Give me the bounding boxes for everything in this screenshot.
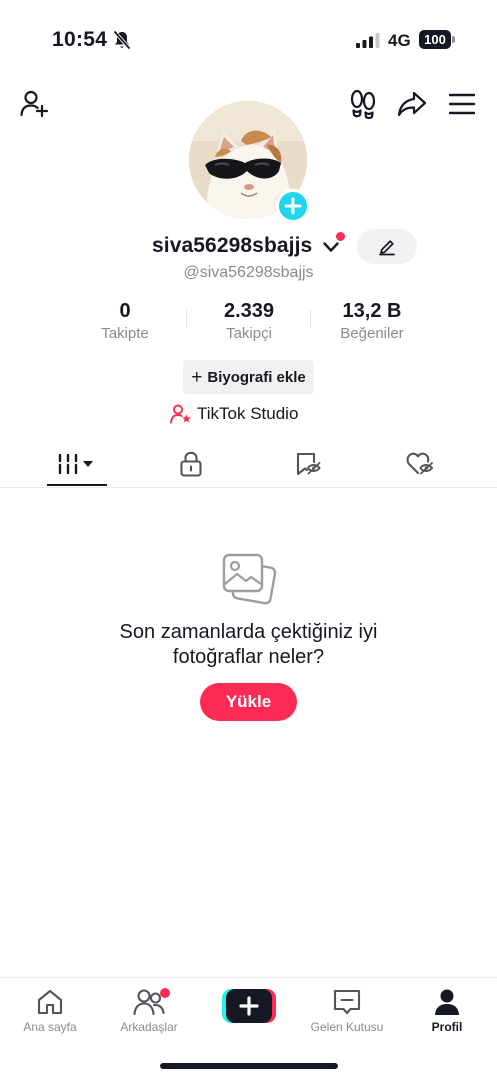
battery-level: 100: [419, 30, 451, 49]
add-friend-icon: [20, 90, 49, 118]
nav-home[interactable]: Ana sayfa: [2, 986, 98, 1034]
menu-button[interactable]: [447, 88, 477, 120]
likes-stat[interactable]: 13,2 B Beğeniler: [302, 299, 442, 344]
signal-icon: [356, 33, 380, 48]
chevron-down-icon[interactable]: [322, 238, 340, 256]
nav-profile[interactable]: Profil: [399, 986, 495, 1034]
tab-saved[interactable]: [246, 440, 370, 488]
studio-icon: [170, 404, 191, 424]
add-bio-button[interactable]: + Biyografi ekle: [183, 360, 314, 394]
plus-icon: [284, 197, 302, 215]
plus-icon: +: [191, 366, 203, 388]
create-icon: [239, 996, 259, 1016]
create-button-core: [226, 989, 272, 1023]
photos-icon: [222, 553, 277, 605]
followers-count: 2.339: [223, 300, 275, 322]
tab-private[interactable]: [129, 440, 253, 488]
profile-icon: [435, 989, 459, 1015]
content-tabs: [0, 440, 497, 488]
add-bio-label: Biyografi ekle: [207, 368, 306, 386]
liked-icon: [406, 452, 434, 475]
battery-tip: [452, 36, 455, 43]
empty-state-line-2: fotoğraflar neler?: [172, 646, 325, 668]
username[interactable]: siva56298sbajjs: [152, 234, 312, 258]
footprint-icon: [350, 89, 376, 119]
bookmark-icon: [296, 452, 321, 476]
grid-icon: [58, 453, 93, 475]
following-count: 0: [119, 300, 131, 322]
network-type: 4G: [388, 31, 411, 50]
profile-handle: @siva56298sbajjs: [183, 264, 314, 281]
add-avatar-button[interactable]: [276, 189, 310, 223]
bell-off-icon: [113, 30, 131, 50]
create-button[interactable]: [222, 989, 276, 1023]
nav-profile-label: Profil: [431, 1020, 463, 1034]
friends-badge-dot: [160, 988, 170, 998]
active-tab-indicator: [47, 484, 107, 486]
tiktok-studio-link[interactable]: TikTok Studio: [170, 402, 298, 426]
nav-inbox-label: Gelen Kutusu: [310, 1020, 384, 1034]
share-icon: [397, 91, 427, 117]
followers-label: Takipçi: [226, 325, 272, 342]
likes-label: Beğeniler: [340, 325, 404, 342]
lock-icon: [180, 451, 202, 477]
pencil-icon: [379, 239, 395, 255]
empty-state-message: Son zamanlarda çektiğiniz iyi fotoğrafla…: [0, 620, 497, 670]
tab-liked[interactable]: [358, 440, 482, 488]
upload-button[interactable]: Yükle: [200, 683, 297, 721]
followers-stat[interactable]: 2.339 Takipçi: [179, 299, 319, 344]
add-friend-button[interactable]: [18, 88, 50, 120]
empty-state-line-1: Son zamanlarda çektiğiniz iyi: [119, 621, 378, 643]
profile-views-button[interactable]: [348, 88, 378, 120]
nav-home-label: Ana sayfa: [23, 1020, 77, 1034]
tab-videos[interactable]: [15, 440, 139, 488]
menu-icon: [449, 93, 475, 115]
notification-dot: [336, 232, 345, 241]
nav-inbox[interactable]: Gelen Kutusu: [299, 986, 395, 1034]
home-icon: [37, 989, 63, 1015]
nav-friends[interactable]: Arkadaşlar: [101, 986, 197, 1034]
inbox-icon: [333, 989, 361, 1015]
studio-label: TikTok Studio: [197, 404, 299, 423]
following-label: Takipte: [101, 325, 149, 342]
share-profile-button[interactable]: [396, 88, 428, 120]
status-bar: 10:54 4G 100: [0, 0, 497, 80]
home-indicator: [160, 1063, 338, 1069]
following-stat[interactable]: 0 Takipte: [55, 299, 195, 344]
edit-profile-button[interactable]: [357, 229, 417, 264]
nav-friends-label: Arkadaşlar: [120, 1020, 178, 1034]
likes-count: 13,2 B: [342, 300, 402, 322]
battery-icon: 100: [419, 30, 455, 49]
status-time: 10:54: [52, 28, 108, 51]
